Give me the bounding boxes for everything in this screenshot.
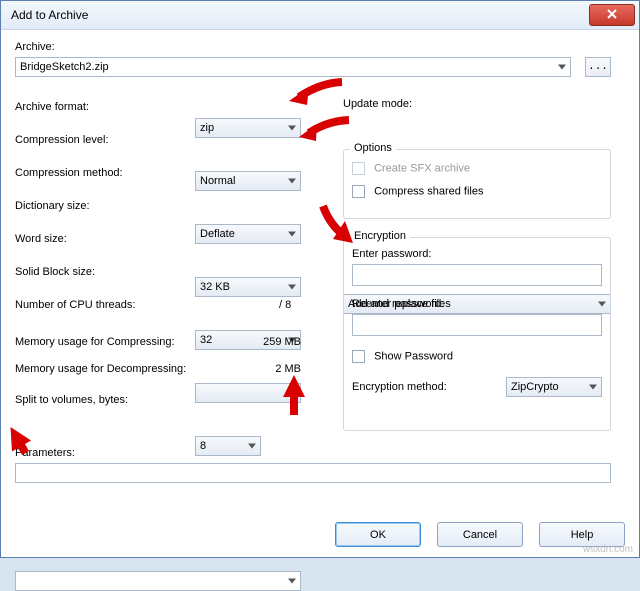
window-title: Add to Archive <box>11 8 589 22</box>
mem-compress-value: 259 MB <box>215 336 301 348</box>
close-icon <box>607 9 617 22</box>
cpu-threads-combo[interactable]: 8 <box>195 436 261 456</box>
compression-method-combo[interactable]: Deflate <box>195 224 301 244</box>
reenter-password-label: Reenter password: <box>352 298 602 310</box>
encryption-method-combo[interactable]: ZipCrypto <box>506 377 602 397</box>
word-size-label: Word size: <box>15 233 67 245</box>
compression-level-label: Compression level: <box>15 134 109 146</box>
archive-name-combo[interactable]: BridgeSketch2.zip <box>15 57 571 77</box>
ellipsis-icon: ... <box>588 61 608 73</box>
close-button[interactable] <box>589 4 635 26</box>
cancel-button[interactable]: Cancel <box>437 522 523 547</box>
checkbox-icon <box>352 350 365 363</box>
dictionary-size-combo[interactable]: 32 KB <box>195 277 301 297</box>
sfx-checkbox: Create SFX archive <box>352 162 602 175</box>
titlebar: Add to Archive <box>1 1 639 30</box>
dialog-buttons: OK Cancel Help <box>335 522 625 547</box>
checkbox-icon <box>352 185 365 198</box>
split-volumes-combo[interactable] <box>15 571 301 591</box>
dialog-body: Archive: BridgeSketch2.zip ... Archive f… <box>15 41 625 501</box>
enter-password-input[interactable] <box>352 264 602 286</box>
encryption-legend: Encryption <box>350 230 410 242</box>
archive-format-label: Archive format: <box>15 101 89 113</box>
compress-shared-checkbox[interactable]: Compress shared files <box>352 185 602 198</box>
show-password-checkbox[interactable]: Show Password <box>352 350 602 363</box>
solid-block-size-label: Solid Block size: <box>15 266 95 278</box>
annotation-arrow-icon <box>287 77 347 113</box>
reenter-password-input[interactable] <box>352 314 602 336</box>
encryption-group: Encryption Enter password: Reenter passw… <box>343 237 611 431</box>
mem-decompress-value: 2 MB <box>215 363 301 375</box>
add-to-archive-window: Add to Archive Archive: BridgeSketch2.zi… <box>0 0 640 558</box>
cpu-threads-max: / 8 <box>279 299 291 311</box>
compression-method-label: Compression method: <box>15 167 123 179</box>
annotation-arrow-icon <box>297 115 353 149</box>
compression-level-combo[interactable]: Normal <box>195 171 301 191</box>
split-volumes-label: Split to volumes, bytes: <box>15 394 128 406</box>
options-group: Options Create SFX archive Compress shar… <box>343 149 611 219</box>
encryption-method-label: Encryption method: <box>352 381 506 393</box>
archive-label: Archive: <box>15 41 55 53</box>
enter-password-label: Enter password: <box>352 248 602 260</box>
solid-block-size-combo[interactable] <box>195 383 301 403</box>
checkbox-icon <box>352 162 365 175</box>
parameters-input[interactable] <box>15 463 611 483</box>
options-legend: Options <box>350 142 396 154</box>
dictionary-size-label: Dictionary size: <box>15 200 90 212</box>
update-mode-label: Update mode: <box>343 98 412 110</box>
archive-name-value: BridgeSketch2.zip <box>20 61 109 73</box>
mem-decompress-label: Memory usage for Decompressing: <box>15 363 186 375</box>
browse-button[interactable]: ... <box>585 57 611 77</box>
parameters-label: Parameters: <box>15 447 75 459</box>
ok-button[interactable]: OK <box>335 522 421 547</box>
archive-format-combo[interactable]: zip <box>195 118 301 138</box>
cpu-threads-label: Number of CPU threads: <box>15 299 135 311</box>
mem-compress-label: Memory usage for Compressing: <box>15 336 175 348</box>
watermark: wsxdn.com <box>583 544 633 555</box>
